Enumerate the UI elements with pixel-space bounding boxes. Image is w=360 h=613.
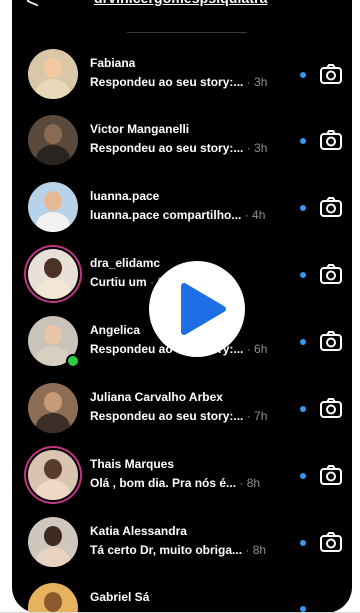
phone-screen: < drvinicergomespsiquiatra Fabiana Respo…: [12, 0, 352, 613]
conversation-row[interactable]: Juliana Carvalho Arbex Respondeu ao seu …: [12, 377, 352, 443]
play-icon: [181, 283, 226, 335]
camera-icon[interactable]: [318, 127, 344, 153]
message-preview: luanna.pace compartilho... · 4h: [90, 208, 266, 222]
timestamp: · 7h: [246, 409, 268, 423]
unread-dot: [300, 540, 306, 546]
unread-dot: [300, 72, 306, 78]
conversation-name: Victor Manganelli: [90, 122, 190, 136]
avatar[interactable]: [28, 182, 78, 232]
conversation-row[interactable]: Fabiana Respondeu ao seu story:... · 3h: [12, 43, 352, 109]
camera-icon[interactable]: [318, 462, 344, 488]
conversation-name: Angelica: [90, 323, 141, 337]
avatar[interactable]: [28, 517, 78, 567]
avatar[interactable]: [28, 49, 78, 99]
unread-dot: [300, 473, 306, 479]
conversation-name: Thais Marques: [90, 457, 175, 471]
timestamp: · 8h: [245, 543, 267, 557]
avatar[interactable]: [28, 249, 78, 299]
unread-dot: [300, 205, 306, 211]
message-preview: Olá , bom dia. Pra nós é... · 8h: [90, 476, 261, 490]
conversation-name: Fabiana: [90, 56, 136, 70]
back-button[interactable]: <: [26, 0, 39, 14]
conversation-row[interactable]: Katia Alessandra Tá certo Dr, muito obri…: [12, 511, 352, 577]
online-indicator: [66, 354, 80, 368]
conversation-row[interactable]: Victor Manganelli Respondeu ao seu story…: [12, 109, 352, 175]
message-preview: Respondeu ao seu story:... · 3h: [90, 141, 268, 155]
play-button[interactable]: [149, 261, 245, 357]
timestamp: · 4h: [244, 208, 266, 222]
unread-dot: [300, 339, 306, 345]
account-handle[interactable]: drvinicergomespsiquiatra: [94, 0, 268, 6]
conversation-name: Katia Alessandra: [90, 524, 187, 538]
conversation-name: Gabriel Sá: [90, 590, 150, 604]
camera-icon[interactable]: [318, 194, 344, 220]
header: < drvinicergomespsiquiatra: [12, 0, 352, 34]
message-preview: Tá certo Dr, muito obriga... · 8h: [90, 543, 267, 557]
timestamp: · 3h: [246, 75, 268, 89]
camera-icon[interactable]: [318, 261, 344, 287]
message-preview: Respondeu ao seu story:... · 3h: [90, 75, 268, 89]
camera-icon[interactable]: [318, 61, 344, 87]
divider: [127, 32, 247, 33]
conversation-name: Juliana Carvalho Arbex: [90, 390, 223, 404]
unread-dot: [300, 138, 306, 144]
camera-icon[interactable]: [318, 328, 344, 354]
unread-dot: [300, 272, 306, 278]
unread-dot: [300, 406, 306, 412]
conversation-row[interactable]: Gabriel Sá: [12, 577, 352, 613]
conversation-row[interactable]: luanna.pace luanna.pace compartilho... ·…: [12, 176, 352, 242]
timestamp: · 3h: [246, 141, 268, 155]
timestamp: · 6h: [246, 342, 268, 356]
conversation-row[interactable]: Thais Marques Olá , bom dia. Pra nós é..…: [12, 444, 352, 510]
camera-icon[interactable]: [318, 529, 344, 555]
conversation-name: luanna.pace: [90, 189, 160, 203]
timestamp: · 8h: [239, 476, 261, 490]
avatar[interactable]: [28, 383, 78, 433]
message-preview: Respondeu ao seu story:... · 7h: [90, 409, 268, 423]
camera-icon[interactable]: [318, 395, 344, 421]
avatar[interactable]: [28, 583, 78, 613]
avatar[interactable]: [28, 115, 78, 165]
avatar[interactable]: [28, 450, 78, 500]
